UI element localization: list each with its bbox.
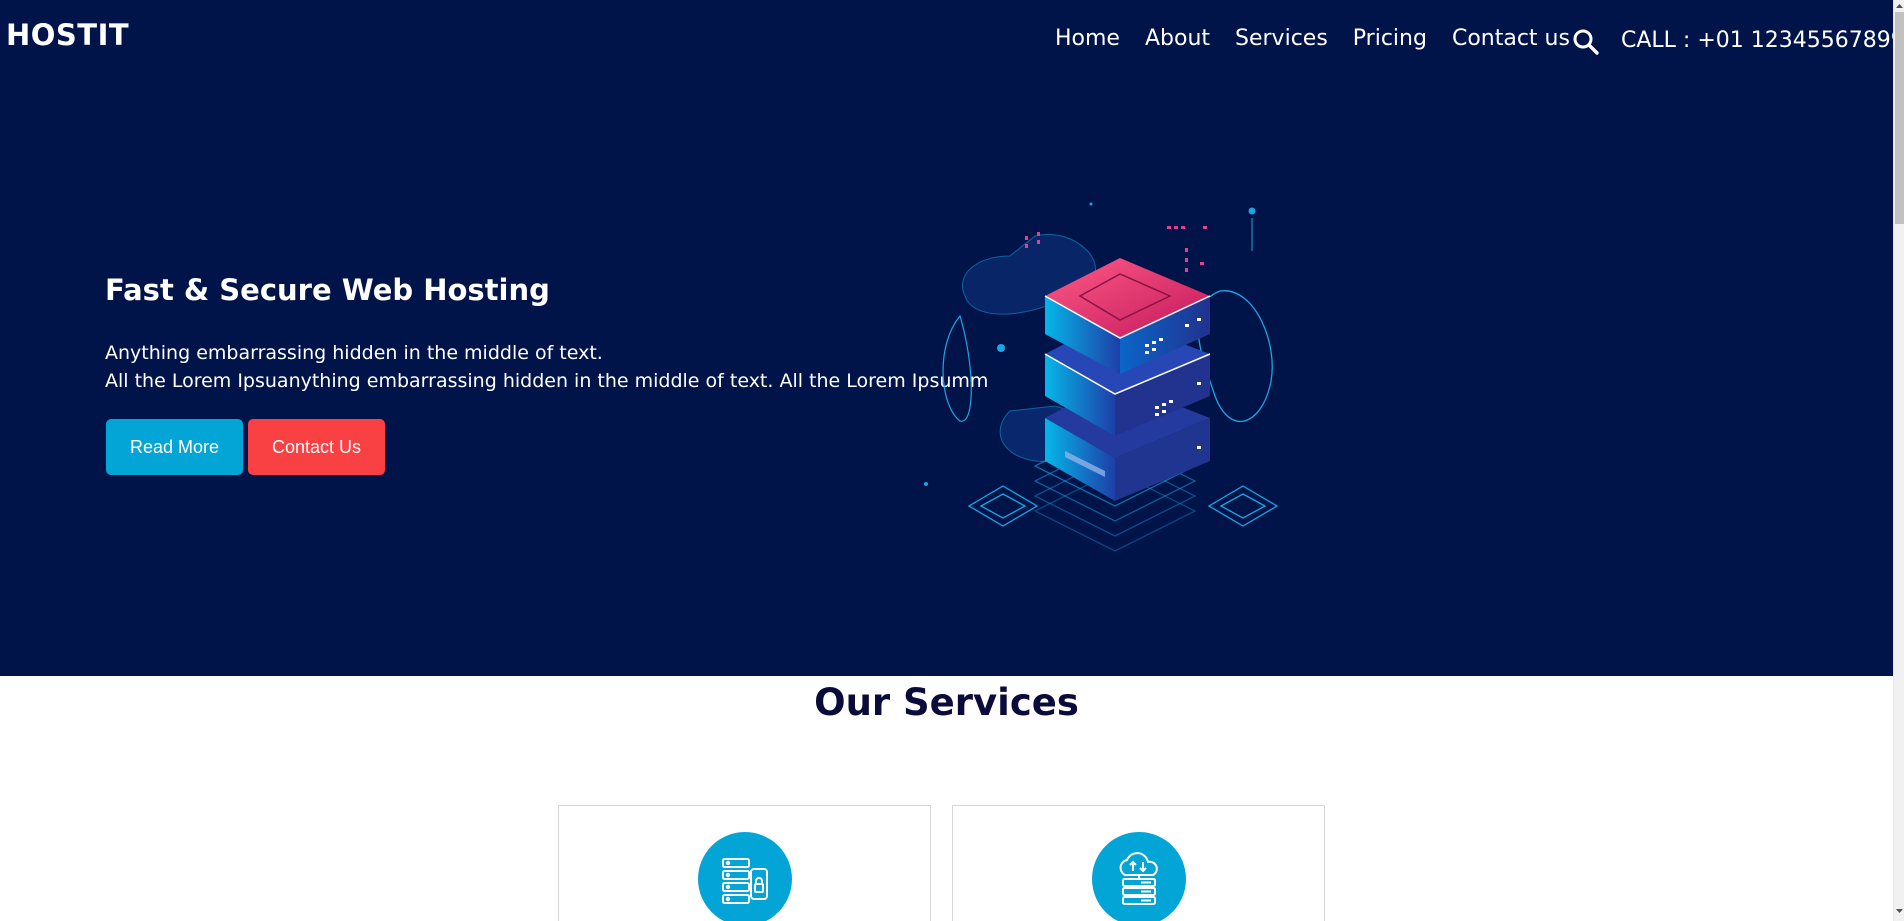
contact-us-button[interactable]: Contact Us	[248, 419, 385, 475]
hero-line-1: Anything embarrassing hidden in the midd…	[105, 342, 603, 364]
scroll-up-icon[interactable]	[1895, 1, 1904, 11]
hero-title: Fast & Secure Web Hosting	[105, 273, 550, 307]
search-icon[interactable]	[1572, 28, 1600, 56]
hero-section: HOSTIT Home About Services Pricing Conta…	[0, 0, 1893, 676]
scroll-thumb[interactable]	[1895, 12, 1904, 224]
page-viewport: HOSTIT Home About Services Pricing Conta…	[0, 0, 1893, 921]
hero-line-2: All the Lorem Ipsuanything embarrassing …	[105, 370, 989, 392]
services-heading: Our Services	[814, 681, 1079, 724]
server-stack-illustration	[924, 202, 1279, 552]
scroll-down-icon[interactable]	[1895, 906, 1904, 916]
nav-link-contact[interactable]: Contact us	[1452, 26, 1570, 51]
server-lock-icon	[698, 832, 792, 921]
nav-link-services[interactable]: Services	[1235, 26, 1328, 51]
nav-link-about[interactable]: About	[1145, 26, 1210, 51]
service-card[interactable]	[558, 805, 931, 921]
nav-link-pricing[interactable]: Pricing	[1353, 26, 1427, 51]
page-scrollbar[interactable]	[1893, 0, 1904, 921]
hero-description: Anything embarrassing hidden in the midd…	[105, 339, 988, 395]
read-more-button[interactable]: Read More	[106, 419, 243, 475]
service-card[interactable]	[952, 805, 1325, 921]
main-nav: Home About Services Pricing Contact us	[1055, 26, 1595, 51]
call-phone: CALL : +01 123455678990	[1621, 28, 1893, 53]
brand-logo[interactable]: HOSTIT	[6, 18, 129, 52]
nav-link-home[interactable]: Home	[1055, 26, 1120, 51]
cloud-server-icon	[1092, 832, 1186, 921]
